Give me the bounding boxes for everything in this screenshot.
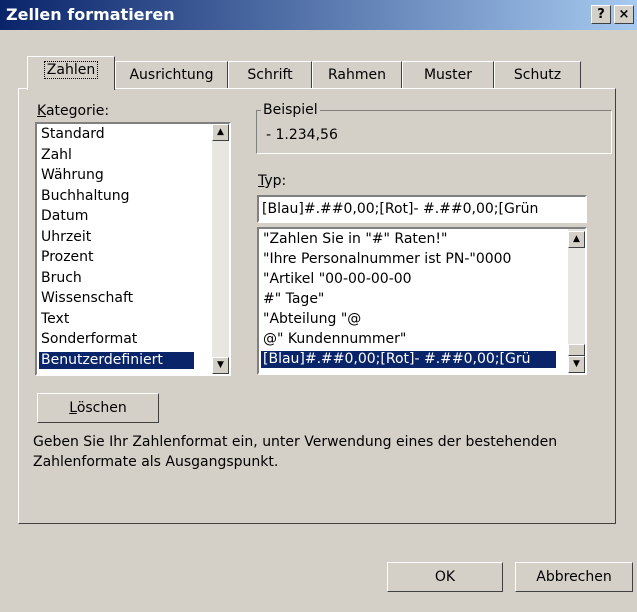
type-list[interactable]: "Zahlen Sie in "#" Raten!" "Ihre Personal… [257,227,587,375]
tab-schutz[interactable]: Schutz [494,61,581,89]
type-item[interactable]: @" Kundennummer" [261,331,556,348]
type-item[interactable]: "Artikel "00-00-00-00 [261,271,556,288]
category-item[interactable]: Prozent [39,249,194,266]
type-label: Typ: [258,173,287,189]
ok-button[interactable]: OK [387,562,503,592]
type-item[interactable]: "Abteilung "@ [261,311,556,328]
description-text: Geben Sie Ihr Zahlenformat ein, unter Ve… [33,434,558,470]
category-item[interactable]: Zahl [39,147,194,164]
type-scrollbar[interactable]: ▲ ▼ [568,229,585,373]
type-item[interactable]: "Zahlen Sie in "#" Raten!" [261,231,556,248]
category-item[interactable]: Benutzerdefiniert [39,351,194,369]
category-item[interactable]: Währung [39,167,194,184]
tab-schrift[interactable]: Schrift [228,61,312,89]
tab-rahmen[interactable]: Rahmen [312,61,402,89]
tab-muster[interactable]: Muster [402,61,494,89]
category-item[interactable]: Standard [39,126,194,143]
category-item[interactable]: Datum [39,208,194,225]
delete-button[interactable]: Löschen [37,393,159,423]
scroll-up-icon[interactable]: ▲ [212,124,229,141]
title-bar: Zellen formatieren ? × [0,0,637,30]
window-title: Zellen formatieren [6,5,175,24]
sample-value: - 1.234,56 [266,127,338,143]
type-item[interactable]: [Blau]#.##0,00;[Rot]- #.##0,00;[Grü [261,351,556,368]
category-item[interactable]: Wissenschaft [39,290,194,307]
type-input[interactable]: [Blau]#.##0,00;[Rot]- #.##0,00;[Grün [257,195,587,223]
type-item[interactable]: #" Tage" [261,291,556,308]
category-item[interactable]: Uhrzeit [39,229,194,246]
scroll-thumb[interactable] [568,344,585,356]
sample-label: Beispiel [261,102,320,118]
category-list[interactable]: Standard Zahl Währung Buchhaltung Datum Uhrze… [35,122,231,376]
tab-ausrichtung[interactable]: Ausrichtung [115,61,228,89]
cancel-button[interactable]: Abbrechen [515,562,633,592]
category-label: Kategorie: [37,103,110,119]
category-item[interactable]: Text [39,311,194,328]
help-button[interactable]: ? [591,5,611,24]
scroll-down-icon[interactable]: ▼ [212,357,229,374]
tab-zahlen[interactable]: Zahlen [27,56,115,90]
category-scrollbar[interactable]: ▲ ▼ [212,124,229,374]
category-item[interactable]: Sonderformat [39,331,194,348]
type-item[interactable]: "Ihre Personalnummer ist PN-"0000 [261,251,556,268]
scroll-down-icon[interactable]: ▼ [568,356,585,373]
category-item[interactable]: Buchhaltung [39,188,194,205]
close-button[interactable]: × [614,5,634,24]
scroll-up-icon[interactable]: ▲ [568,231,585,248]
category-item[interactable]: Bruch [39,270,194,287]
